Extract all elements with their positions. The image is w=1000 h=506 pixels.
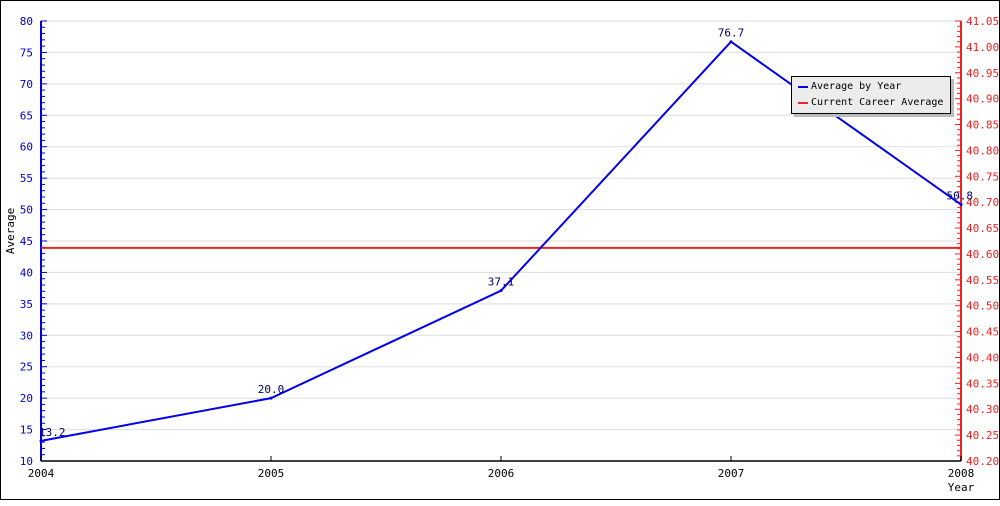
legend-swatch-blue <box>798 85 808 88</box>
left-axis-tick-label: 35 <box>20 298 33 311</box>
right-axis-tick-label: 40.45 <box>966 326 999 339</box>
legend: Average by Year Current Career Average <box>791 76 951 114</box>
right-axis-tick-label: 40.25 <box>966 429 999 442</box>
right-axis-tick-label: 40.90 <box>966 93 999 106</box>
x-axis-tick-label: 2005 <box>258 467 285 480</box>
right-axis-tick-label: 40.75 <box>966 170 999 183</box>
data-label: 20.0 <box>258 383 285 396</box>
left-axis-tick-label: 60 <box>20 141 33 154</box>
data-label: 76.7 <box>718 27 745 40</box>
chart-container: 10 15 20 25 30 35 40 45 50 55 60 65 70 75 80 Average 40.… <box>0 0 1000 500</box>
left-axis-tick-label: 20 <box>20 392 33 405</box>
x-axis-tick-label: 2006 <box>488 467 515 480</box>
x-axis-tick-label: 2004 <box>28 467 55 480</box>
left-axis-tick-label: 40 <box>20 266 33 279</box>
right-axis-tick-label: 40.35 <box>966 377 999 390</box>
y-axis-title: Average <box>4 208 17 254</box>
data-point <box>39 439 43 443</box>
x-axis-title: Year <box>948 481 975 494</box>
data-point <box>959 203 963 207</box>
right-axis-tick-label: 40.60 <box>966 248 999 261</box>
data-label: 37.1 <box>488 276 515 289</box>
right-axis-tick-label: 40.30 <box>966 403 999 416</box>
left-axis-tick-label: 75 <box>20 46 33 59</box>
data-label: 13.2 <box>39 426 66 439</box>
x-axis-tick-label: 2008 <box>948 467 975 480</box>
data-point <box>729 40 733 44</box>
left-axis-tick-label: 70 <box>20 78 33 91</box>
right-axis-tick-label: 40.55 <box>966 274 999 287</box>
legend-label: Current Career Average <box>811 97 944 108</box>
left-axis-tick-label: 45 <box>20 235 33 248</box>
x-axis-tick-label: 2007 <box>718 467 745 480</box>
data-point <box>499 289 503 293</box>
left-axis-tick-label: 15 <box>20 424 33 437</box>
left-axis-tick-label: 65 <box>20 109 33 122</box>
right-axis-tick-label: 40.80 <box>966 144 999 157</box>
right-axis-tick-label: 41.00 <box>966 41 999 54</box>
left-axis-tick-label: 50 <box>20 204 33 217</box>
legend-item-average-by-year: Average by Year <box>798 81 901 92</box>
left-axis-tick-label: 80 <box>20 15 33 28</box>
right-axis-tick-label: 40.50 <box>966 300 999 313</box>
legend-swatch-red <box>798 101 808 104</box>
right-axis-tick-label: 40.95 <box>966 67 999 80</box>
legend-item-career-average: Current Career Average <box>798 97 943 108</box>
right-axis-tick-label: 40.65 <box>966 222 999 235</box>
data-point <box>269 396 273 400</box>
left-axis-tick-label: 25 <box>20 361 33 374</box>
right-axis-tick-label: 40.85 <box>966 119 999 132</box>
data-label: 50.8 <box>947 190 974 203</box>
left-axis-tick-label: 55 <box>20 172 33 185</box>
right-axis-tick-label: 41.05 <box>966 15 999 28</box>
legend-label: Average by Year <box>811 81 902 92</box>
left-axis-tick-label: 30 <box>20 329 33 342</box>
right-axis-tick-label: 40.40 <box>966 351 999 364</box>
